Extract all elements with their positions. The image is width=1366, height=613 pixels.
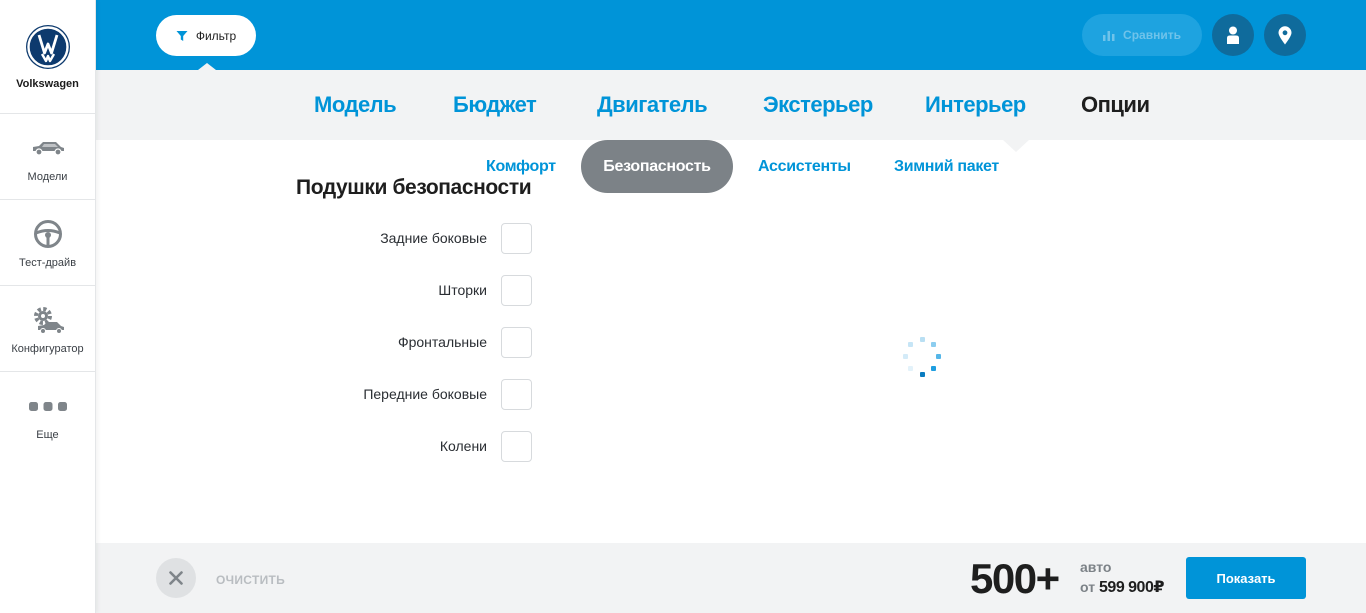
tab-interior[interactable]: Интерьер: [925, 92, 1026, 118]
subtab-assistants[interactable]: Ассистенты: [758, 158, 851, 176]
active-tab-pointer: [1003, 140, 1029, 152]
brand-link[interactable]: Volkswagen: [0, 0, 95, 114]
results-bar: ОЧИСТИТЬ 500+ авто от 599 900₽ Показать: [96, 543, 1366, 613]
sidebar-item-configurator[interactable]: Конфигуратор: [0, 286, 95, 372]
option-label: Колени: [439, 438, 487, 454]
option-rear-side: Задние боковые: [300, 222, 532, 254]
option-checkbox[interactable]: [501, 326, 532, 358]
steering-wheel-icon: [33, 217, 63, 251]
compare-button[interactable]: Сравнить: [1082, 14, 1202, 56]
tab-budget[interactable]: Бюджет: [453, 92, 537, 118]
sidebar-item-label: Модели: [27, 170, 68, 183]
clear-button[interactable]: [156, 558, 196, 598]
funnel-icon: [176, 30, 188, 41]
top-bar: Фильтр Сравнить: [96, 0, 1366, 70]
filter-label: Фильтр: [195, 28, 237, 43]
tab-engine[interactable]: Двигатель: [597, 92, 708, 118]
volkswagen-logo: [25, 25, 70, 69]
brand-name: Volkswagen: [16, 78, 79, 90]
option-checkbox[interactable]: [501, 222, 532, 254]
close-icon: [169, 571, 183, 585]
sidebar: Volkswagen Модели Тест-драйв Конфигурато…: [0, 0, 96, 613]
option-knee: Колени: [300, 430, 532, 462]
loading-spinner-icon: [903, 337, 941, 377]
clear-label[interactable]: ОЧИСТИТЬ: [216, 573, 285, 587]
show-results-button[interactable]: Показать: [1186, 557, 1306, 599]
option-label: Передние боковые: [363, 386, 487, 402]
sidebar-item-label: Тест-драйв: [18, 256, 77, 269]
configurator-gear-car-icon: [30, 303, 66, 337]
compare-label: Сравнить: [1123, 28, 1181, 42]
price-prefix: от: [1080, 579, 1096, 595]
subtab-winter-package[interactable]: Зимний пакет: [894, 158, 999, 176]
category-tabs: Модель Бюджет Двигатель Экстерьер Интерь…: [96, 70, 1366, 140]
subtab-comfort[interactable]: Комфорт: [486, 158, 556, 176]
option-checkbox[interactable]: [501, 274, 532, 306]
sidebar-item-more[interactable]: Еще: [0, 372, 95, 458]
sidebar-item-test-drive[interactable]: Тест-драйв: [0, 200, 95, 286]
car-icon: [30, 131, 66, 165]
user-icon: [1227, 26, 1239, 44]
option-checkbox[interactable]: [501, 430, 532, 462]
tab-model[interactable]: Модель: [314, 92, 397, 118]
account-button[interactable]: [1212, 14, 1254, 56]
sidebar-item-models[interactable]: Модели: [0, 114, 95, 200]
price-value: 599 900₽: [1099, 579, 1164, 596]
results-count: 500+: [970, 555, 1060, 602]
sidebar-item-label: Еще: [36, 429, 59, 441]
subtab-safety[interactable]: Безопасность: [581, 140, 733, 193]
tab-options[interactable]: Опции: [1081, 92, 1150, 118]
option-checkbox[interactable]: [501, 378, 532, 410]
option-label: Фронтальные: [397, 334, 487, 350]
option-front-side: Передние боковые: [300, 378, 532, 410]
option-label: Задние боковые: [380, 230, 487, 246]
tab-exterior[interactable]: Экстерьер: [763, 92, 873, 118]
location-pin-icon: [1278, 25, 1292, 44]
section-title: Подушки безопасности: [296, 176, 532, 199]
option-frontal: Фронтальные: [300, 326, 532, 358]
results-unit: авто: [1080, 559, 1112, 575]
more-dots-icon: [28, 389, 68, 423]
location-button[interactable]: [1264, 14, 1306, 56]
bar-chart-icon: [1103, 31, 1115, 41]
option-curtains: Шторки: [300, 274, 532, 306]
option-label: Шторки: [438, 282, 487, 298]
sidebar-item-label: Конфигуратор: [11, 342, 84, 355]
filter-button[interactable]: Фильтр: [156, 15, 256, 70]
price-from: от 599 900₽: [1080, 577, 1164, 597]
